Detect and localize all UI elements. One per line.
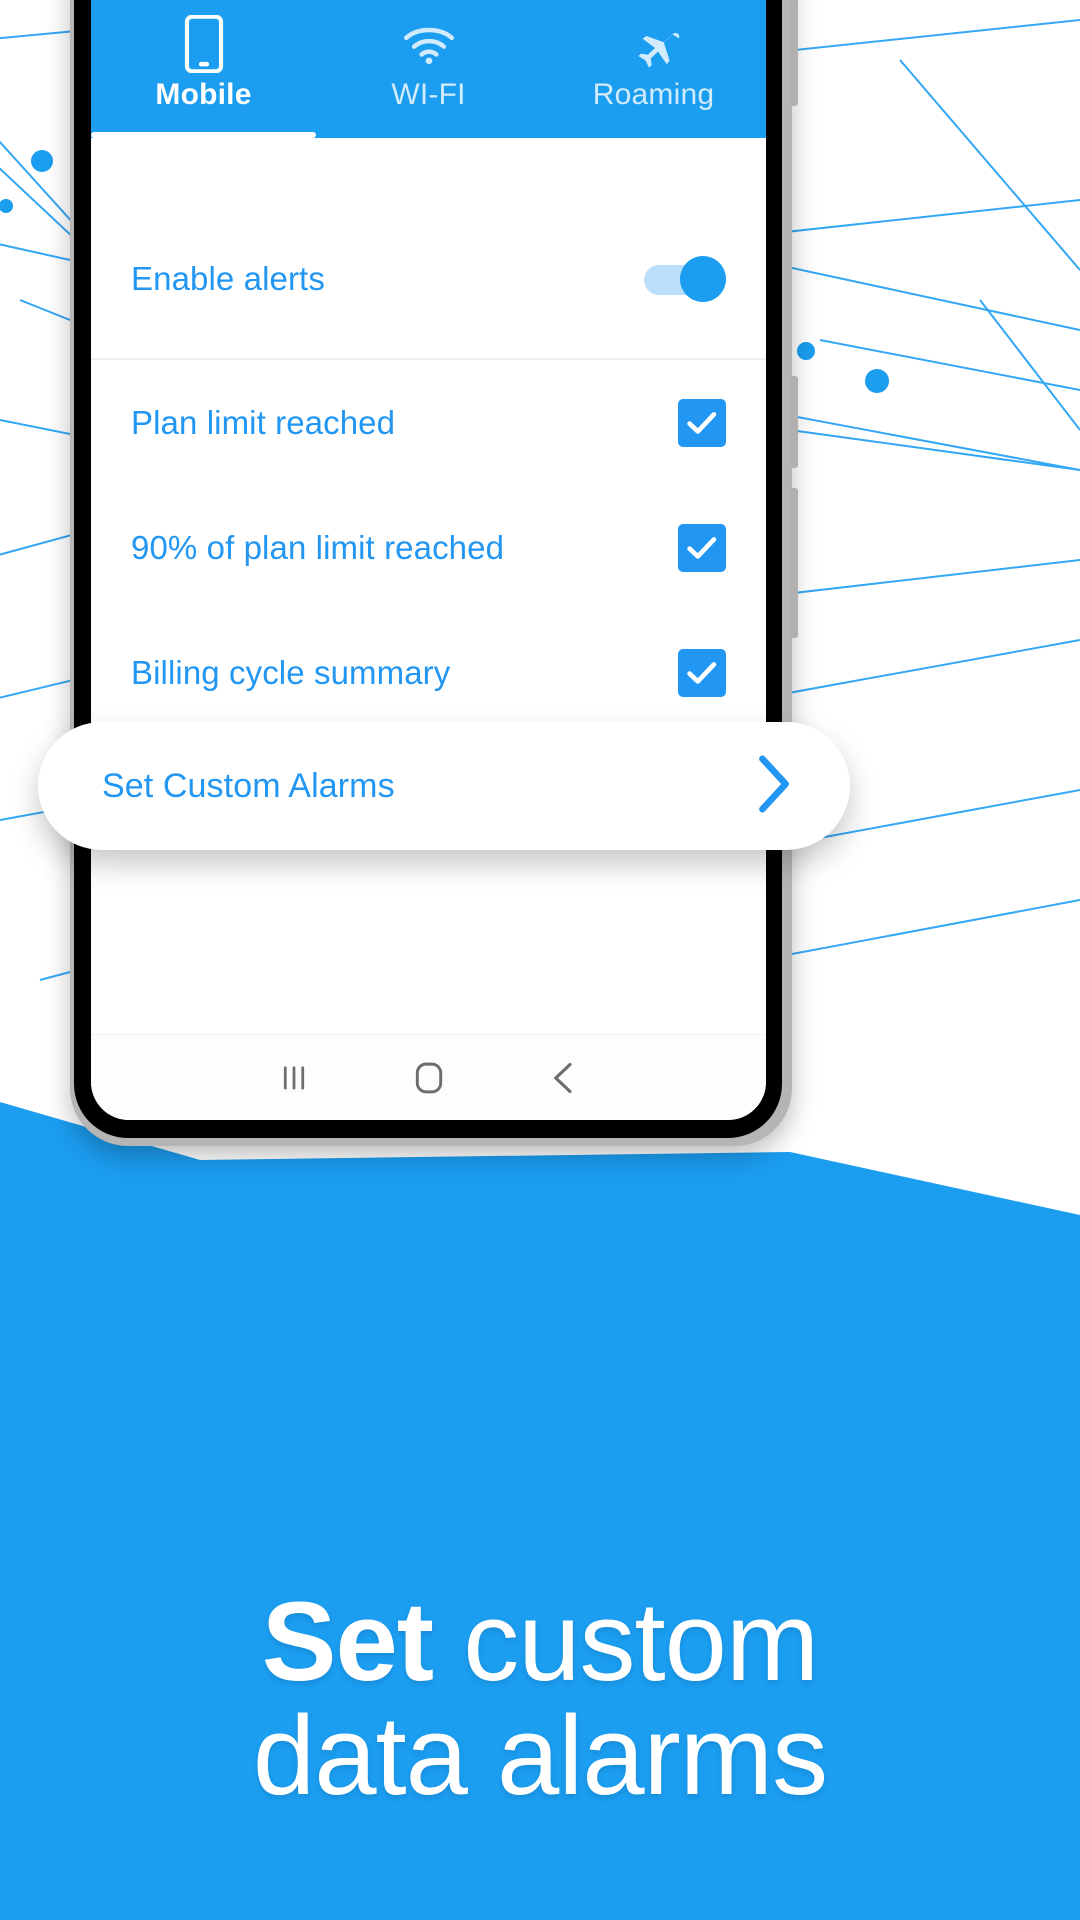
- chevron-right-icon: [752, 753, 796, 820]
- tab-active-underline: [91, 132, 316, 138]
- nav-home-button[interactable]: [361, 1059, 496, 1097]
- tab-wifi[interactable]: WI-FI: [316, 0, 541, 138]
- plan-limit-reached-label: Plan limit reached: [131, 403, 396, 441]
- tab-wifi-label: WI-FI: [391, 78, 466, 111]
- headline-bold-word: Set: [261, 1579, 434, 1704]
- promo-headline: Set custom data alarms: [0, 1584, 1080, 1819]
- billing-cycle-summary-label: Billing cycle summary: [131, 653, 451, 691]
- row-billing-cycle-summary[interactable]: Billing cycle summary: [91, 610, 766, 735]
- phone-side-button-volume: [790, 376, 798, 468]
- check-icon: [687, 536, 717, 559]
- row-enable-alerts[interactable]: Enable alerts: [91, 200, 766, 358]
- plan-limit-reached-checkbox[interactable]: [678, 398, 726, 447]
- phone-screen: Mobile WI-FI Roaming Enable alerts Plan …: [91, 0, 766, 1120]
- set-custom-alarms-card[interactable]: Set Custom Alarms: [38, 722, 850, 850]
- nav-back-button[interactable]: [496, 1060, 631, 1096]
- tab-roaming[interactable]: Roaming: [541, 0, 766, 138]
- tab-roaming-label: Roaming: [592, 78, 715, 111]
- headline-line-2: data alarms: [252, 1693, 828, 1819]
- mobile-phone-icon: [183, 15, 225, 73]
- home-icon: [415, 1062, 442, 1093]
- nav-left-spacer: [91, 1077, 226, 1078]
- ninety-percent-limit-checkbox[interactable]: [678, 523, 726, 572]
- check-icon: [687, 411, 717, 434]
- tab-mobile[interactable]: Mobile: [91, 0, 316, 138]
- headline-line-1: Set custom: [0, 1584, 1080, 1699]
- recents-icon: [283, 1065, 304, 1090]
- set-custom-alarms-label: Set Custom Alarms: [102, 766, 395, 805]
- list-top-spacer: [91, 138, 766, 200]
- nav-right-spacer: [631, 1077, 766, 1078]
- phone-side-button-power: [790, 488, 798, 638]
- enable-alerts-label: Enable alerts: [131, 260, 325, 297]
- ninety-percent-limit-label: 90% of plan limit reached: [131, 528, 505, 566]
- headline-regular-word-1: custom: [463, 1579, 819, 1704]
- wifi-icon: [401, 16, 457, 72]
- check-icon: [687, 661, 717, 684]
- toggle-knob: [680, 256, 726, 302]
- android-nav-bar: [91, 1034, 766, 1120]
- enable-alerts-toggle[interactable]: [644, 256, 726, 302]
- back-icon: [553, 1062, 572, 1093]
- tab-bar: Mobile WI-FI Roaming: [91, 0, 766, 138]
- nav-recents-button[interactable]: [226, 1062, 361, 1094]
- airplane-icon: [626, 16, 682, 72]
- tab-mobile-label: Mobile: [155, 78, 252, 111]
- row-plan-limit-reached[interactable]: Plan limit reached: [91, 360, 766, 485]
- row-ninety-percent-limit[interactable]: 90% of plan limit reached: [91, 485, 766, 610]
- phone-side-button-mute: [790, 0, 798, 106]
- phone-mockup: Mobile WI-FI Roaming Enable alerts Plan …: [70, 0, 798, 1146]
- billing-cycle-summary-checkbox[interactable]: [678, 648, 726, 697]
- settings-list: Enable alerts Plan limit reached 90% of …: [91, 138, 766, 735]
